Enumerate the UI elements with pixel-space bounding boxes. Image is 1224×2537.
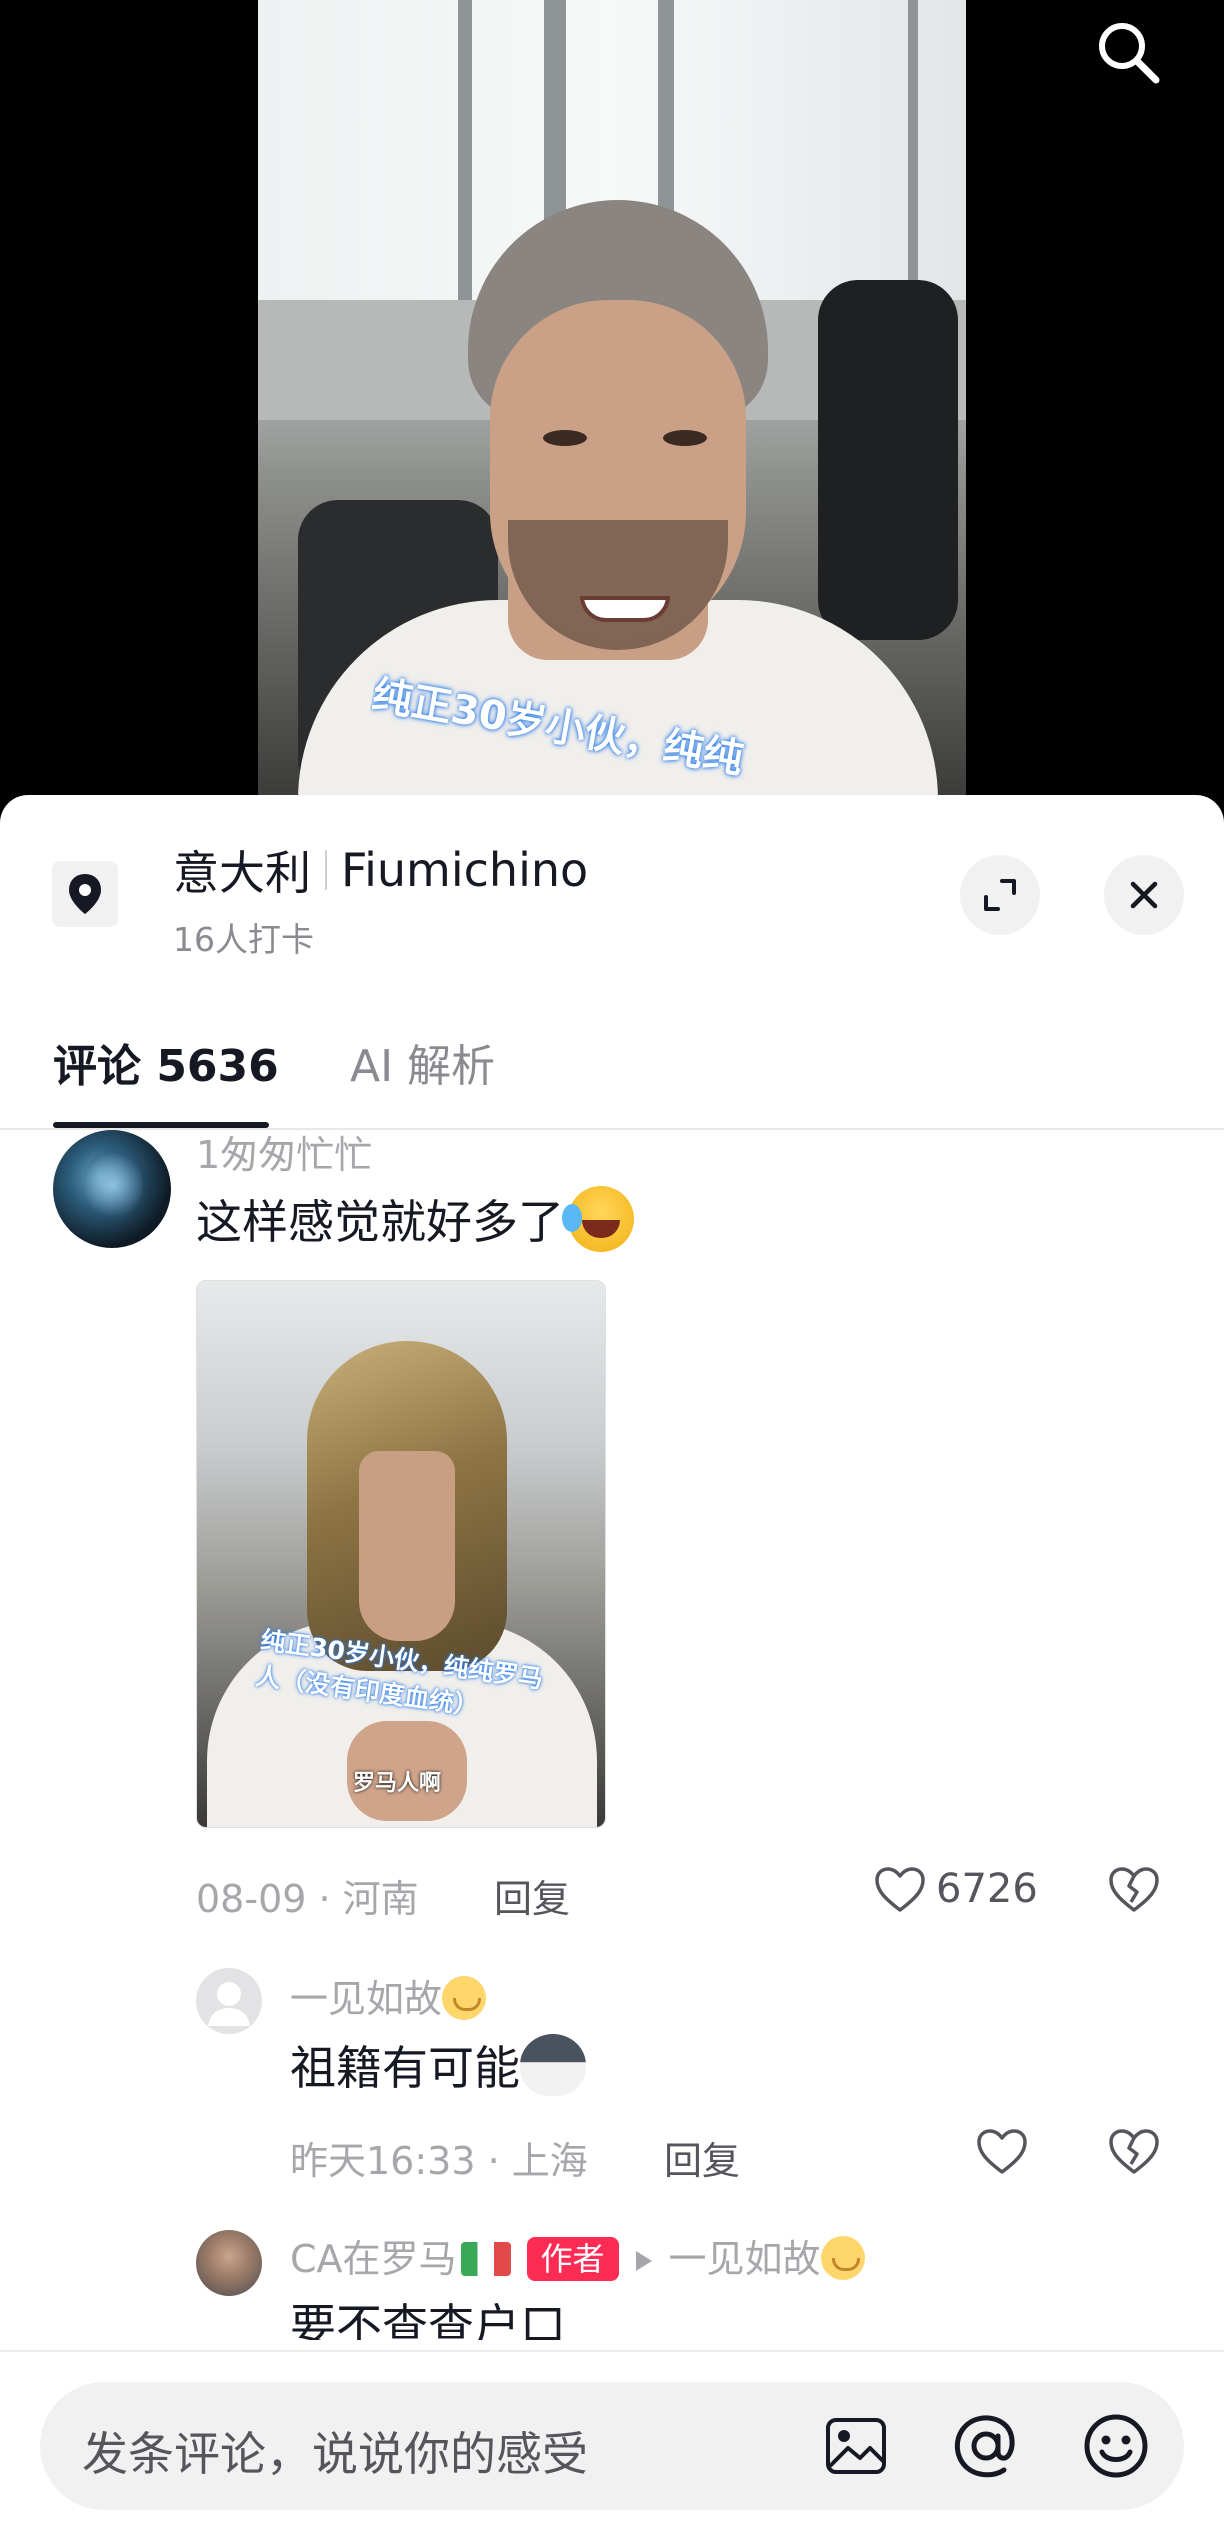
emoji-icon[interactable] <box>1080 2410 1152 2482</box>
comment-input[interactable]: 发条评论，说说你的感受 <box>40 2382 1184 2510</box>
comment-text: 这样感觉就好多了 <box>196 1186 634 1252</box>
video-player[interactable]: 纯正30岁小伙，纯纯 <box>0 0 1224 800</box>
close-button[interactable] <box>1104 855 1184 935</box>
avatar[interactable] <box>53 1130 171 1248</box>
close-icon <box>1130 881 1158 909</box>
comment-input-bar: 发条评论，说说你的感受 <box>0 2350 1224 2537</box>
video-frame: 纯正30岁小伙，纯纯 <box>258 0 966 800</box>
broken-heart-icon <box>1109 1867 1159 1912</box>
italy-flag-icon <box>460 2242 511 2276</box>
active-tab-indicator <box>53 1122 269 1128</box>
avatar[interactable] <box>196 1968 262 2034</box>
image-icon[interactable] <box>820 2410 892 2482</box>
location-country: 意大利 <box>173 846 311 900</box>
comment-text: 祖籍有可能 <box>290 2032 586 2098</box>
comment-meta: 08-09 · 河南 <box>196 1877 419 1921</box>
comment-username[interactable]: 1匆匆忙忙 <box>196 1130 372 1179</box>
reply-button[interactable]: 回复 <box>664 2130 740 2185</box>
location-title: 意大利 Fiumichino <box>173 837 588 903</box>
expand-icon <box>984 879 1016 911</box>
comment-time: 08-09 <box>196 1877 307 1921</box>
reply-to-username: 一见如故 <box>668 2237 821 2281</box>
comment-text-content: 这样感觉就好多了 <box>196 1195 564 1249</box>
comment-time: 昨天16:33 <box>290 2139 476 2183</box>
comment-sheet: 意大利 Fiumichino 16人打卡 评论 5636 AI 解析 1匆匆忙忙 <box>0 795 1224 2537</box>
comment-username[interactable]: 一见如故 <box>290 1968 487 2023</box>
default-avatar-icon <box>208 1982 250 2026</box>
comment-region: 河南 <box>342 1877 419 1921</box>
tab-comments[interactable]: 评论 5636 <box>53 1030 279 1094</box>
comment-text: 要不查查户口 <box>290 2299 566 2340</box>
like-count: 6726 <box>936 1866 1038 1912</box>
tab-bar: 评论 5636 AI 解析 <box>0 1010 1224 1130</box>
broken-heart-icon <box>1109 2129 1159 2174</box>
search-icon[interactable] <box>1092 16 1164 88</box>
comment-username[interactable]: CA在罗马 作者 一见如故 <box>290 2228 865 2283</box>
smile-emoji-icon <box>820 2236 865 2280</box>
like-button[interactable] <box>872 1862 928 1918</box>
reply-button[interactable]: 回复 <box>494 1868 570 1923</box>
smile-emoji-icon <box>442 1976 487 2020</box>
author-badge: 作者 <box>526 2237 619 2281</box>
comment-meta: 昨天16:33 · 上海 <box>290 2139 588 2183</box>
reply-username: 一见如故 <box>290 1977 443 2021</box>
reply-username: CA在罗马 <box>290 2237 457 2281</box>
comment-text-content: 祖籍有可能 <box>290 2041 520 2095</box>
tab-ai-analysis[interactable]: AI 解析 <box>350 1030 495 1094</box>
heart-icon <box>977 2129 1027 2174</box>
laughing-tears-emoji-icon <box>562 1186 634 1252</box>
dislike-button[interactable] <box>1106 2124 1162 2180</box>
reply-arrow-icon <box>635 2251 652 2271</box>
comment-image[interactable]: 纯正30岁小伙，纯纯罗马 人（没有印度血统） 罗马人啊 <box>196 1280 606 1828</box>
checkin-count: 16人打卡 <box>173 920 314 959</box>
mention-icon[interactable] <box>950 2410 1022 2482</box>
heart-icon <box>875 1867 925 1912</box>
husky-emoji-icon <box>520 2034 586 2096</box>
title-divider <box>325 850 327 890</box>
like-button[interactable] <box>974 2124 1030 2180</box>
expand-button[interactable] <box>960 855 1040 935</box>
image-caption-bottom: 罗马人啊 <box>353 1771 442 1796</box>
location-place: Fiumichino <box>341 843 589 897</box>
location-header[interactable]: 意大利 Fiumichino 16人打卡 <box>0 795 1224 965</box>
location-pin-icon <box>52 861 118 927</box>
comment-input-placeholder: 发条评论，说说你的感受 <box>82 2427 588 2481</box>
comment-region: 上海 <box>511 2139 588 2183</box>
dislike-button[interactable] <box>1106 1862 1162 1918</box>
avatar[interactable] <box>196 2230 262 2296</box>
comment-list[interactable]: 1匆匆忙忙 这样感觉就好多了 纯正30岁小伙，纯纯罗马 人（没有印度血统） 罗马… <box>0 1130 1224 2340</box>
